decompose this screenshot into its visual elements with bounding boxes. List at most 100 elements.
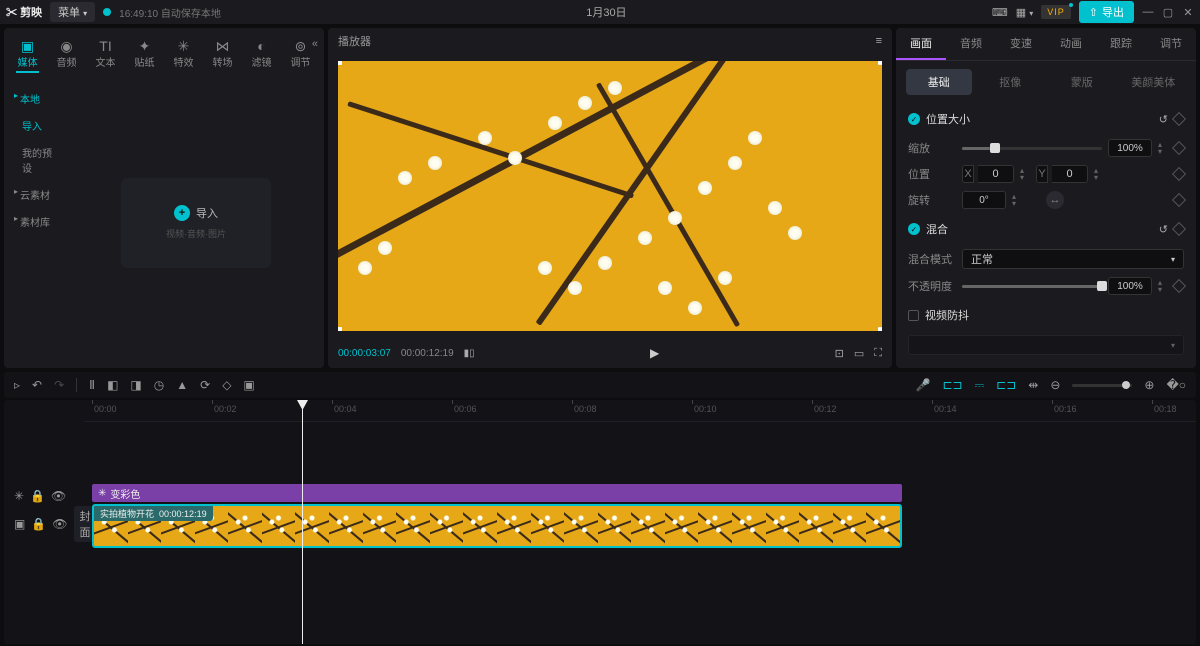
scale-slider[interactable]: [962, 147, 1102, 150]
prop-tab-anim[interactable]: 动画: [1046, 28, 1096, 60]
keyframe-icon[interactable]: [1172, 279, 1186, 293]
lock-icon[interactable]: 🔒: [31, 517, 46, 531]
rotate-stepper[interactable]: ▴▾: [1012, 193, 1022, 207]
effect-clip[interactable]: ✳ 变彩色: [92, 484, 902, 502]
scale-value[interactable]: 100%: [1108, 139, 1152, 157]
mic-icon[interactable]: 🎤: [916, 378, 931, 392]
check-icon[interactable]: ✓: [908, 113, 920, 125]
track-align-icon[interactable]: ⇹: [1028, 378, 1038, 392]
player-menu-icon[interactable]: ≡: [876, 35, 882, 47]
pos-y-stepper[interactable]: ▴▾: [1094, 167, 1104, 181]
checkbox-stabilize[interactable]: [908, 310, 919, 321]
ruler-tick: 00:18: [1152, 404, 1177, 414]
keyframe-icon[interactable]: [1172, 141, 1186, 155]
crop-icon[interactable]: ◇: [222, 378, 231, 392]
import-dropzone[interactable]: + 导入 视频·音频·图片: [121, 178, 271, 268]
minimize-button[interactable]: —: [1142, 6, 1154, 18]
opacity-slider[interactable]: [962, 285, 1102, 288]
flip-h-icon[interactable]: ↔: [1046, 191, 1064, 209]
rotate-icon[interactable]: ⟳: [200, 378, 210, 392]
prop-tab-adjust[interactable]: 调节: [1146, 28, 1196, 60]
playhead[interactable]: [302, 400, 303, 644]
zoom-fit-icon[interactable]: �○: [1166, 378, 1186, 392]
collapse-panel-icon[interactable]: «: [312, 38, 318, 50]
position-x-field[interactable]: X0: [962, 165, 1014, 183]
fullscreen-icon[interactable]: ⛶: [874, 347, 882, 360]
keyframe-icon[interactable]: [1172, 167, 1186, 181]
tool-tab-audio[interactable]: ◉音频: [47, 34, 86, 77]
shortcuts-icon[interactable]: ⌨: [992, 6, 1008, 19]
keyframe-icon[interactable]: [1172, 112, 1186, 126]
close-button[interactable]: ✕: [1182, 6, 1194, 18]
ruler-tick: 00:16: [1052, 404, 1077, 414]
prop-tab-audio[interactable]: 音频: [946, 28, 996, 60]
tool-tab-media[interactable]: ▣媒体: [8, 34, 47, 77]
reset-icon[interactable]: ↺: [1159, 113, 1168, 126]
redo-icon[interactable]: ↷: [54, 378, 64, 392]
sidebar-item-presets[interactable]: 我的预设: [4, 139, 68, 181]
keyframe-icon[interactable]: [1172, 222, 1186, 236]
undo-icon[interactable]: ↶: [32, 378, 42, 392]
pos-x-stepper[interactable]: ▴▾: [1020, 167, 1030, 181]
tool-tab-sticker[interactable]: ✦贴纸: [125, 34, 164, 77]
sidebar-item-library[interactable]: ▸素材库: [4, 208, 68, 235]
keyframe-icon[interactable]: [1172, 193, 1186, 207]
reset-icon[interactable]: ↺: [1159, 223, 1168, 236]
preview-snap-icon[interactable]: ⊏⊐: [996, 378, 1016, 392]
lock-icon[interactable]: 🔒: [30, 489, 45, 503]
prop-tab-track[interactable]: 跟踪: [1096, 28, 1146, 60]
mirror-icon[interactable]: ▲: [176, 378, 188, 392]
preview-canvas[interactable]: [338, 54, 882, 338]
opacity-value[interactable]: 100%: [1108, 277, 1152, 295]
split-icon[interactable]: Ⅱ: [89, 378, 95, 392]
time-ruler[interactable]: 00:00 00:02 00:04 00:06 00:08 00:10 00:1…: [84, 400, 1196, 422]
sub-tab-cutout[interactable]: 抠像: [978, 69, 1044, 95]
sub-tab-mask[interactable]: 蒙版: [1049, 69, 1115, 95]
blend-mode-select[interactable]: 正常▾: [962, 249, 1184, 269]
prop-tab-picture[interactable]: 画面: [896, 28, 946, 60]
sidebar-item-local[interactable]: ▸本地: [4, 85, 68, 112]
delete-left-icon[interactable]: ◧: [107, 378, 118, 392]
link-icon[interactable]: ⎓: [975, 378, 985, 393]
video-clip[interactable]: 实拍植物开花 00:00:12:19: [92, 504, 902, 548]
play-button[interactable]: ▶: [485, 346, 825, 360]
stabilize-select[interactable]: ▾: [908, 335, 1184, 355]
safe-zone-icon[interactable]: ⊡: [835, 347, 844, 360]
prop-tab-speed[interactable]: 变速: [996, 28, 1046, 60]
effect-track-icon[interactable]: ✳: [14, 489, 24, 503]
zoom-out-icon[interactable]: ⊖: [1050, 378, 1060, 392]
freeze-icon[interactable]: ▣: [243, 378, 254, 392]
tool-tab-filter[interactable]: ◐滤镜: [242, 34, 281, 77]
import-label: 导入: [196, 205, 218, 221]
check-icon[interactable]: ✓: [908, 223, 920, 235]
sticker-icon: ✦: [125, 38, 164, 54]
sidebar-item-cloud[interactable]: ▸云素材: [4, 181, 68, 208]
eye-icon[interactable]: 👁: [52, 517, 67, 531]
vip-badge[interactable]: VIP: [1041, 5, 1071, 19]
tool-tab-text[interactable]: TI文本: [86, 34, 125, 77]
sub-tab-beauty[interactable]: 美颜美体: [1121, 69, 1187, 95]
speed-icon[interactable]: ◷: [154, 378, 164, 392]
video-track-icon[interactable]: ▣: [14, 517, 25, 531]
delete-right-icon[interactable]: ◨: [130, 378, 141, 392]
tool-tab-transition[interactable]: ⋈转场: [203, 34, 242, 77]
menu-button[interactable]: 菜单 ▾: [50, 2, 95, 22]
magnet-icon[interactable]: ⊏⊐: [942, 378, 962, 392]
layout-icon[interactable]: ▦ ▾: [1016, 6, 1033, 19]
sidebar-item-import[interactable]: 导入: [4, 112, 68, 139]
opacity-label: 不透明度: [908, 278, 956, 294]
select-tool-icon[interactable]: ▹: [14, 378, 20, 392]
compare-icon[interactable]: ▮▯: [464, 348, 475, 359]
sub-tab-basic[interactable]: 基础: [906, 69, 972, 95]
zoom-slider[interactable]: [1072, 384, 1132, 387]
zoom-in-icon[interactable]: ⊕: [1144, 378, 1154, 392]
maximize-button[interactable]: ▢: [1162, 6, 1174, 18]
opacity-stepper[interactable]: ▴▾: [1158, 279, 1168, 293]
position-y-field[interactable]: Y0: [1036, 165, 1088, 183]
rotate-value[interactable]: 0°: [962, 191, 1006, 209]
tool-tab-effect[interactable]: ✳特效: [164, 34, 203, 77]
export-button[interactable]: ⇧导出: [1079, 1, 1134, 23]
eye-icon[interactable]: 👁: [51, 489, 66, 503]
scale-stepper[interactable]: ▴▾: [1158, 141, 1168, 155]
ratio-icon[interactable]: ▭: [854, 347, 864, 360]
